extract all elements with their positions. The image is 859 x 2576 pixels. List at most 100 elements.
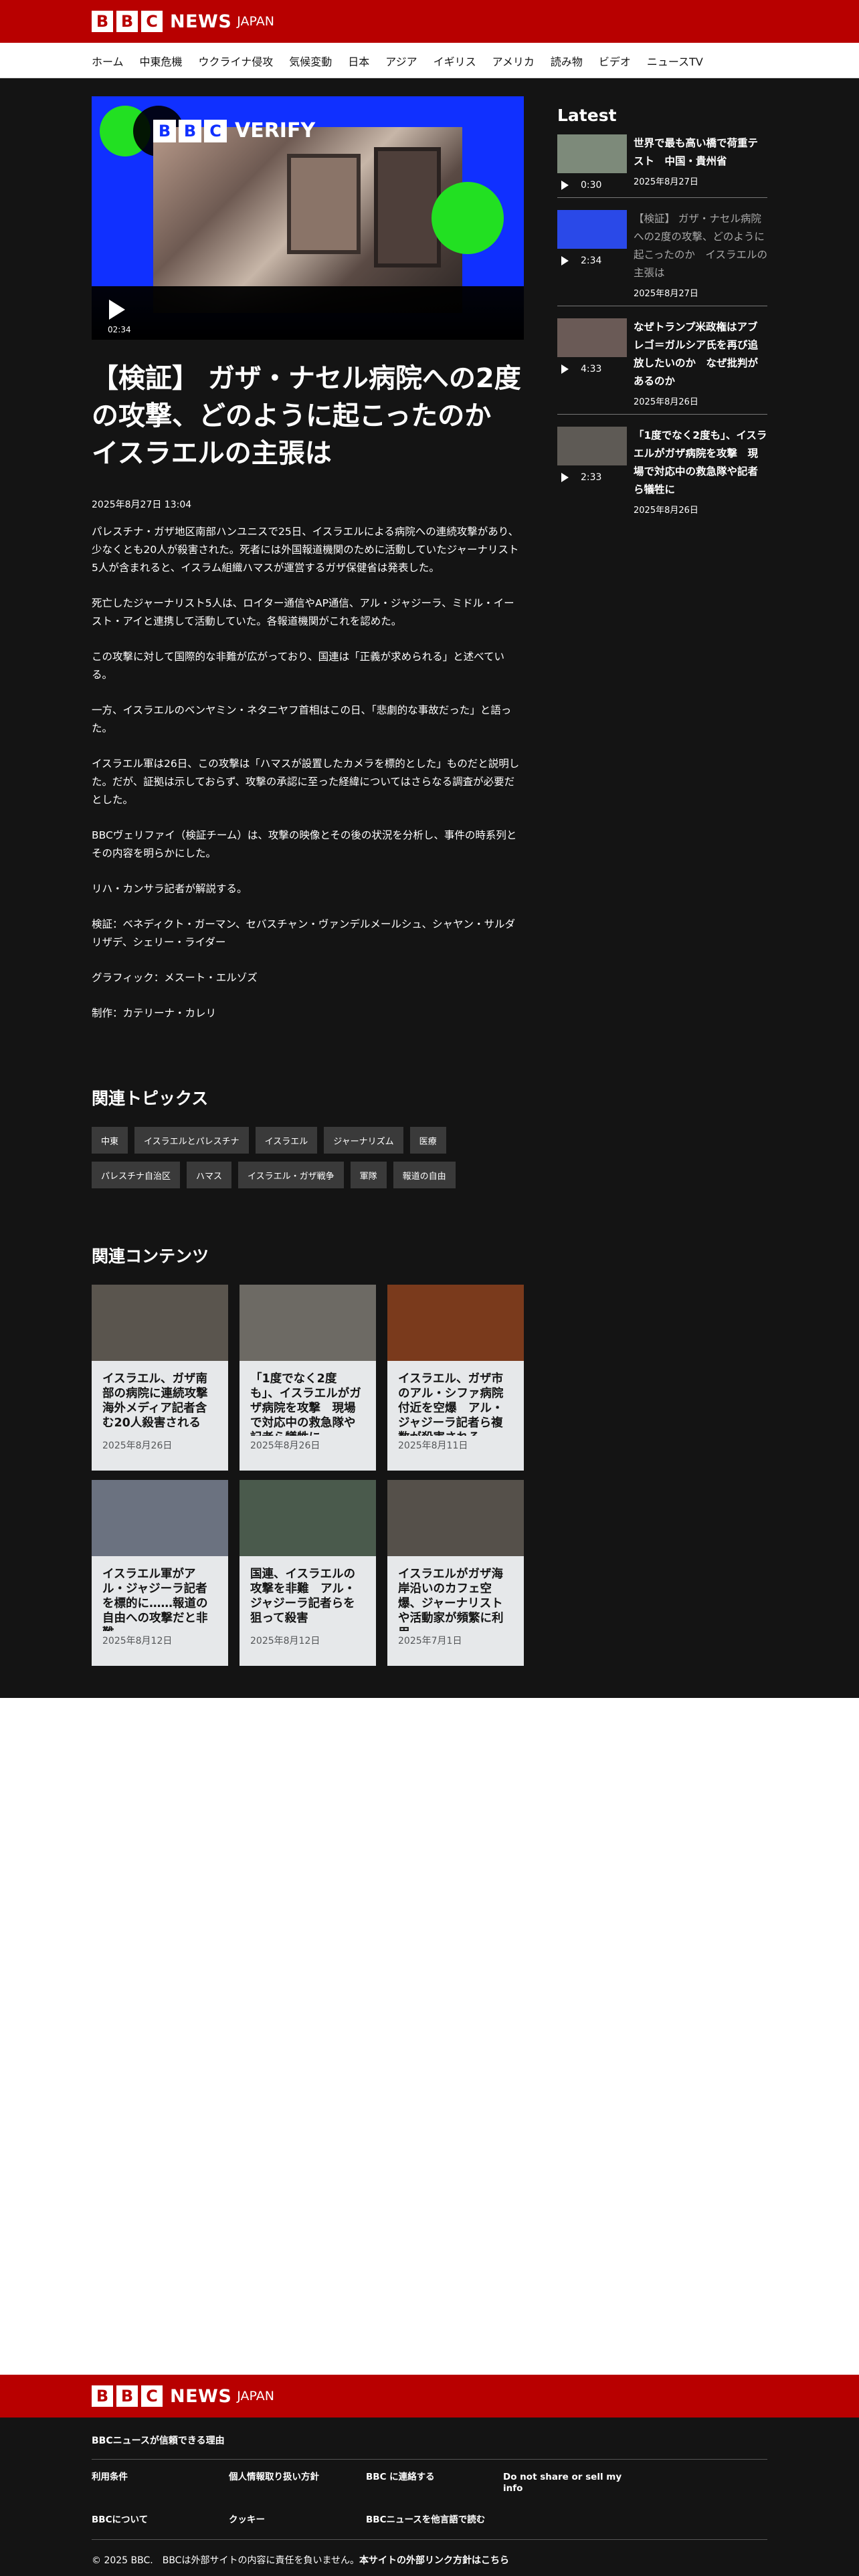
- latest-item-title: なぜトランプ米政権はアブレゴ＝ガルシア氏を再び追放したいのか なぜ批判があるのか: [634, 321, 759, 387]
- logo-news-text: NEWS: [170, 11, 232, 32]
- building-window: [374, 147, 441, 267]
- latest-item-title: 「1度でなく2度も」、イスラエルがガザ病院を攻撃 現場で対応中の救急隊や記者ら犠…: [634, 429, 767, 496]
- nav-item-video[interactable]: ビデオ: [599, 53, 631, 69]
- nav-item-us[interactable]: アメリカ: [492, 53, 535, 69]
- latest-item-date: 2025年8月27日: [634, 289, 698, 299]
- nav-item-features[interactable]: 読み物: [551, 53, 583, 69]
- nav-item-middle-east[interactable]: 中東危機: [140, 53, 183, 69]
- logo-letter: B: [116, 11, 138, 32]
- bbc-verify-logo: B B C VERIFY: [153, 119, 315, 142]
- card-date: 2025年8月12日: [250, 1636, 320, 1646]
- card-thumbnail: [240, 1285, 376, 1361]
- latest-title: Latest: [557, 106, 617, 125]
- trust-link[interactable]: BBCニュースが信頼できる理由: [92, 2418, 767, 2460]
- topic-tag[interactable]: イスラエルとパレスチナ: [134, 1127, 249, 1154]
- play-icon: [561, 256, 569, 265]
- article-paragraph: リハ・カンサラ記者が解説する。: [92, 883, 248, 895]
- footer-header: B B C NEWS JAPAN: [0, 2375, 859, 2418]
- topic-tag[interactable]: ハマス: [187, 1162, 232, 1188]
- nav-item-asia[interactable]: アジア: [385, 53, 417, 69]
- logo-letter: B: [116, 2385, 138, 2407]
- related-card[interactable]: 「1度でなく2度も」、イスラエルがガザ病院を攻撃 現場で対応中の救急隊や記者ら犠…: [240, 1285, 376, 1471]
- bbc-news-logo[interactable]: B B C NEWS JAPAN: [92, 2385, 274, 2407]
- article-paragraph: 死亡したジャーナリスト5人は、ロイター通信やAP通信、アル・ジャジーラ、ミドル・…: [92, 597, 514, 627]
- latest-item[interactable]: 4:33 なぜトランプ米政権はアブレゴ＝ガルシア氏を再び追放したいのか なぜ批判…: [557, 306, 767, 415]
- latest-item[interactable]: 0:30 世界で最も高い橋で荷重テスト 中国・貴州省 2025年8月27日: [557, 125, 767, 198]
- topic-tag[interactable]: イスラエル・ガザ戦争: [238, 1162, 344, 1188]
- card-thumbnail: [387, 1285, 524, 1361]
- related-card[interactable]: イスラエル、ガザ南部の病院に連続攻撃 海外メディア記者含む20人殺害される 20…: [92, 1285, 228, 1471]
- article-paragraph: BBCヴェリファイ（検証チーム）は、攻撃の映像とその後の状況を分析し、事件の時系…: [92, 829, 517, 859]
- card-date: 2025年7月1日: [398, 1636, 462, 1646]
- card-title: 国連、イスラエルの攻撃を非難 アル・ジャジーラ記者らを狙って殺害: [250, 1568, 356, 1625]
- latest-thumbnail: [557, 318, 627, 357]
- bbc-news-logo[interactable]: B B C NEWS JAPAN: [92, 11, 274, 32]
- article-paragraph: 検証：ベネディクト・ガーマン、セバスチャン・ヴァンデルメールシュ、シャヤン・サル…: [92, 918, 516, 948]
- logo-letter: B: [92, 11, 113, 32]
- verify-letter: B: [179, 119, 201, 142]
- footer-link-languages[interactable]: BBCニュースを他言語で読む: [366, 2514, 503, 2526]
- external-link-policy[interactable]: 本サイトの外部リンク方針はこちら: [359, 2555, 509, 2566]
- nav-item-ukraine[interactable]: ウクライナ侵攻: [199, 53, 274, 69]
- card-title: イスラエル軍がアル・ジャジーラ記者を標的に……報道の自由への攻撃だと非難: [102, 1568, 208, 1631]
- video-duration: 4:33: [581, 364, 602, 374]
- card-thumbnail: [92, 1285, 228, 1361]
- card-title: イスラエル、ガザ南部の病院に連続攻撃 海外メディア記者含む20人殺害される: [102, 1372, 219, 1430]
- copyright-text: © 2025 BBC. BBCは外部サイトの内容に責任を負いません。: [92, 2555, 360, 2566]
- related-card-grid: イスラエル、ガザ南部の病院に連続攻撃 海外メディア記者含む20人殺害される 20…: [92, 1285, 524, 1675]
- topic-tag[interactable]: イスラエル: [255, 1127, 318, 1154]
- latest-item-date: 2025年8月27日: [634, 177, 698, 187]
- nav-item-home[interactable]: ホーム: [92, 53, 124, 69]
- main-nav: ホーム 中東危機 ウクライナ侵攻 気候変動 日本 アジア イギリス アメリカ 読…: [0, 43, 859, 78]
- play-icon[interactable]: [109, 300, 125, 320]
- topic-tag[interactable]: 中東: [92, 1127, 128, 1154]
- play-icon: [561, 181, 569, 190]
- footer-link-do-not-sell[interactable]: Do not share or sell my info: [503, 2472, 640, 2494]
- article-paragraph: グラフィック：メスート・エルゾズ: [92, 972, 258, 984]
- latest-thumbnail: [557, 134, 627, 173]
- footer-link-contact[interactable]: BBC に連絡する: [366, 2472, 503, 2494]
- logo-letter: B: [92, 2385, 113, 2407]
- nav-item-japan[interactable]: 日本: [348, 53, 369, 69]
- footer-link-terms[interactable]: 利用条件: [92, 2472, 229, 2494]
- nav-item-news-tv[interactable]: ニュースTV: [647, 53, 703, 69]
- topic-tag[interactable]: 報道の自由: [393, 1162, 456, 1188]
- topic-tag-list: 中東 イスラエルとパレスチナ イスラエル ジャーナリズム 医療 パレスチナ自治区…: [92, 1127, 524, 1196]
- nav-item-uk[interactable]: イギリス: [434, 53, 476, 69]
- latest-item-date: 2025年8月26日: [634, 506, 698, 516]
- site-footer: BBCニュースが信頼できる理由 利用条件 個人情報取り扱い方針 BBC に連絡す…: [0, 2418, 859, 2576]
- latest-item-title: 【検証】 ガザ・ナセル病院への2度の攻撃、どのように起こったのか イスラエルの主…: [634, 213, 767, 279]
- logo-letter: C: [141, 2385, 163, 2407]
- decorative-circle: [432, 182, 504, 254]
- card-date: 2025年8月26日: [250, 1440, 320, 1451]
- footer-link-cookies[interactable]: クッキー: [229, 2514, 366, 2526]
- footer-links: 利用条件 個人情報取り扱い方針 BBC に連絡する Do not share o…: [92, 2460, 767, 2540]
- card-date: 2025年8月12日: [102, 1636, 173, 1646]
- topic-tag[interactable]: 軍隊: [350, 1162, 387, 1188]
- verify-letter: C: [204, 119, 227, 142]
- logo-news-text: NEWS: [170, 2385, 232, 2407]
- nav-item-climate[interactable]: 気候変動: [289, 53, 332, 69]
- related-topics-section: 関連トピックス 中東 イスラエルとパレスチナ イスラエル ジャーナリズム 医療 …: [92, 1085, 524, 1196]
- video-player[interactable]: B B C VERIFY 02:34: [92, 96, 524, 340]
- card-title: イスラエル、ガザ市のアル・シファ病院付近を空爆 アル・ジャジーラ記者ら複数が殺害…: [398, 1372, 504, 1436]
- related-card[interactable]: イスラエルがガザ海岸沿いのカフェ空爆、ジャーナリストや活動家が頻繁に利用 202…: [387, 1480, 524, 1666]
- topic-tag[interactable]: パレスチナ自治区: [92, 1162, 181, 1188]
- related-card[interactable]: イスラエル軍がアル・ジャジーラ記者を標的に……報道の自由への攻撃だと非難 202…: [92, 1480, 228, 1666]
- footer-link-privacy[interactable]: 個人情報取り扱い方針: [229, 2472, 366, 2494]
- footer-link-about[interactable]: BBCについて: [92, 2514, 229, 2526]
- latest-item[interactable]: 2:33 「1度でなく2度も」、イスラエルがガザ病院を攻撃 現場で対応中の救急隊…: [557, 415, 767, 522]
- topic-tag[interactable]: 医療: [409, 1127, 446, 1154]
- video-duration: 2:34: [581, 255, 602, 266]
- verify-letter: B: [153, 119, 176, 142]
- building-window: [287, 154, 361, 254]
- latest-item[interactable]: 2:34 【検証】 ガザ・ナセル病院への2度の攻撃、どのように起こったのか イス…: [557, 198, 767, 306]
- latest-thumbnail: [557, 210, 627, 249]
- latest-sidebar: Latest 0:30 世界で最も高い橋で荷重テスト 中国・貴州省 2025年8…: [557, 96, 767, 1675]
- related-card[interactable]: イスラエル、ガザ市のアル・シファ病院付近を空爆 アル・ジャジーラ記者ら複数が殺害…: [387, 1285, 524, 1471]
- card-date: 2025年8月11日: [398, 1440, 468, 1451]
- blank-area: [0, 1698, 859, 2375]
- logo-region-text: JAPAN: [237, 2389, 275, 2403]
- related-card[interactable]: 国連、イスラエルの攻撃を非難 アル・ジャジーラ記者らを狙って殺害 2025年8月…: [240, 1480, 376, 1666]
- topic-tag[interactable]: ジャーナリズム: [324, 1127, 403, 1154]
